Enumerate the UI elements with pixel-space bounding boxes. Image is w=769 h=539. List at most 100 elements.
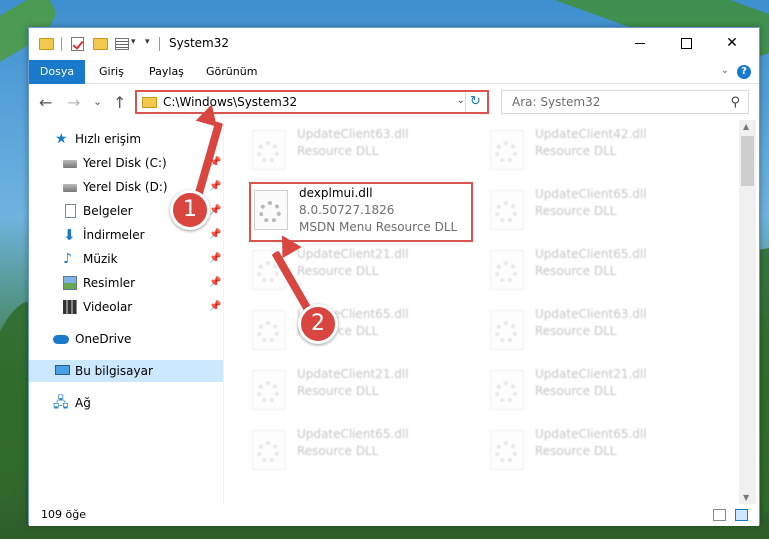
customize-toolbar-icon[interactable] — [115, 38, 129, 50]
pin-icon: 📌 — [209, 277, 222, 288]
sidebar-item-label: İndirmeler — [83, 228, 145, 242]
folder-icon — [39, 38, 54, 50]
gear-icon — [257, 441, 279, 463]
list-item[interactable]: UpdateClient65.dll Resource DLL — [462, 422, 682, 478]
properties-check-icon[interactable] — [71, 37, 84, 51]
list-item[interactable]: UpdateClient21.dll Resource DLL — [224, 242, 444, 298]
tiles-view-icon[interactable] — [735, 509, 748, 521]
pin-icon: 📌 — [209, 205, 222, 216]
back-button[interactable]: ← — [39, 93, 52, 112]
dll-file-icon — [490, 250, 524, 290]
file-description: Resource DLL — [297, 444, 379, 458]
sidebar-item-label: OneDrive — [75, 332, 132, 346]
search-icon[interactable]: ⚲ — [730, 95, 740, 110]
scroll-down-icon[interactable]: ▼ — [743, 493, 749, 502]
file-description: Resource DLL — [297, 384, 379, 398]
expand-ribbon-icon[interactable]: ⌄ — [721, 65, 729, 76]
drive-icon — [63, 160, 77, 168]
item-count: 109 öğe — [41, 508, 86, 521]
list-item[interactable]: UpdateClient21.dll Resource DLL — [224, 362, 444, 418]
file-description: Resource DLL — [535, 144, 617, 158]
sidebar-item-network[interactable]: 🖧 Ağ — [29, 392, 223, 414]
address-bar[interactable]: C:\Windows\System32 ⌄ ↻ — [135, 90, 489, 114]
list-item[interactable]: UpdateClient63.dll Resource DLL — [462, 302, 682, 358]
maximize-button[interactable] — [663, 28, 709, 59]
gear-icon — [257, 381, 279, 403]
list-item[interactable]: UpdateClient21.dll Resource DLL — [462, 362, 682, 418]
chevron-down-icon[interactable]: ⌄ — [457, 95, 465, 106]
list-item[interactable]: UpdateClient65.dll Resource DLL — [224, 422, 444, 478]
sidebar-item-onedrive[interactable]: OneDrive — [29, 328, 223, 350]
scroll-thumb[interactable] — [741, 136, 754, 186]
tab-home[interactable]: Giriş — [89, 60, 134, 84]
sidebar-item-quick-access[interactable]: ★ Hızlı erişim — [29, 128, 223, 150]
file-name: UpdateClient21.dll — [297, 367, 409, 381]
tab-file[interactable]: Dosya — [29, 60, 85, 84]
file-name: UpdateClient65.dll — [535, 427, 647, 441]
tab-view[interactable]: Görünüm — [196, 60, 267, 84]
close-button[interactable]: ✕ — [709, 28, 755, 59]
up-button[interactable]: ↑ — [113, 93, 126, 112]
file-name: UpdateClient65.dll — [535, 187, 647, 201]
vertical-scrollbar[interactable]: ▲ ▼ — [739, 120, 756, 504]
forward-button[interactable]: → — [67, 93, 80, 112]
address-path[interactable]: C:\Windows\System32 — [163, 95, 297, 109]
new-folder-icon[interactable] — [93, 38, 108, 50]
toolbar-divider — [159, 37, 160, 51]
file-name: UpdateClient63.dll — [535, 307, 647, 321]
onedrive-icon — [53, 335, 69, 344]
refresh-button[interactable]: ↻ — [465, 92, 485, 112]
recent-locations-button[interactable]: ⌄ — [93, 95, 102, 108]
search-input[interactable]: Ara: System32 — [512, 95, 600, 109]
file-name: UpdateClient65.dll — [535, 247, 647, 261]
file-description: Resource DLL — [535, 264, 617, 278]
star-icon: ★ — [55, 131, 68, 147]
file-name: UpdateClient63.dll — [297, 127, 409, 141]
sidebar-item-this-pc[interactable]: Bu bilgisayar — [29, 360, 223, 382]
status-bar: 109 öğe — [29, 504, 759, 526]
sidebar-item-videos[interactable]: Videolar 📌 — [29, 296, 223, 318]
chevron-down-icon[interactable]: ▾ — [131, 37, 136, 53]
step-marker-2: 2 — [298, 304, 338, 344]
navigation-pane: ★ Hızlı erişim Yerel Disk (C:) 📌 Yerel D… — [29, 120, 223, 504]
pin-icon: 📌 — [209, 229, 222, 240]
quick-access-dropdown-icon[interactable]: ▾ — [145, 37, 150, 53]
minimize-button[interactable] — [617, 28, 663, 59]
pictures-icon — [63, 276, 77, 290]
file-name: UpdateClient42.dll — [535, 127, 647, 141]
drive-icon — [63, 184, 77, 192]
sidebar-item-local-disk-c[interactable]: Yerel Disk (C:) 📌 — [29, 152, 223, 174]
gear-icon — [257, 321, 279, 343]
file-description: Resource DLL — [535, 324, 617, 338]
network-icon: 🖧 — [53, 395, 69, 411]
gear-icon — [257, 261, 279, 283]
help-icon[interactable]: ? — [737, 65, 751, 79]
list-item[interactable]: UpdateClient65.dll Resource DLL — [462, 242, 682, 298]
file-name: UpdateClient65.dll — [297, 427, 409, 441]
this-pc-icon — [55, 365, 70, 375]
title-bar: ▾ ▾ System32 ✕ — [29, 28, 759, 60]
scroll-up-icon[interactable]: ▲ — [743, 122, 749, 131]
list-item[interactable]: UpdateClient65.dll Resource DLL — [462, 182, 682, 238]
sidebar-item-pictures[interactable]: Resimler 📌 — [29, 272, 223, 294]
documents-icon — [65, 204, 76, 218]
file-description: Resource DLL — [297, 264, 379, 278]
list-item[interactable]: UpdateClient63.dll Resource DLL — [224, 122, 444, 178]
file-name: dexplmui.dll — [299, 186, 373, 200]
sidebar-item-label: Yerel Disk (C:) — [83, 156, 167, 170]
step-marker-1: 1 — [170, 190, 210, 230]
gear-icon — [259, 201, 281, 223]
sidebar-item-label: Yerel Disk (D:) — [83, 180, 168, 194]
gear-icon — [495, 381, 517, 403]
details-view-icon[interactable] — [713, 509, 726, 521]
search-box[interactable]: Ara: System32 ⚲ — [501, 90, 749, 114]
tab-share[interactable]: Paylaş — [139, 60, 194, 84]
sidebar-item-music[interactable]: ♪ Müzik 📌 — [29, 248, 223, 270]
file-version: 8.0.50727.1826 — [299, 203, 395, 217]
downloads-icon: ⬇ — [63, 226, 76, 244]
dll-file-icon — [252, 430, 286, 470]
list-item[interactable]: UpdateClient42.dll Resource DLL — [462, 122, 682, 178]
explorer-window: ▾ ▾ System32 ✕ Dosya Giriş Paylaş Görünü… — [28, 27, 760, 526]
file-name: UpdateClient21.dll — [535, 367, 647, 381]
list-item-highlighted[interactable]: dexplmui.dll 8.0.50727.1826 MSDN Menu Re… — [249, 182, 473, 242]
